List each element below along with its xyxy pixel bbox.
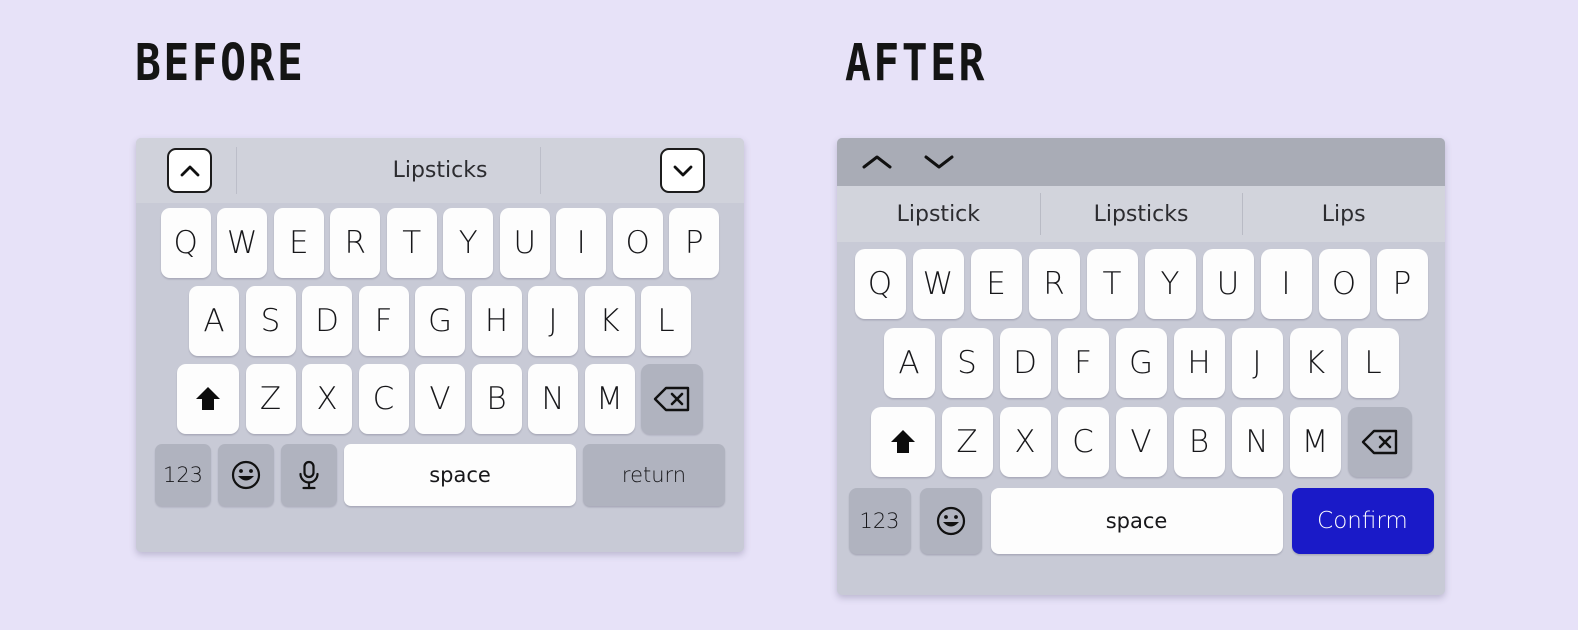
key-b[interactable]: B (471, 364, 522, 434)
after-nav-bar (837, 138, 1445, 186)
key-w[interactable]: W (912, 249, 964, 319)
key-k[interactable]: K (584, 286, 635, 356)
before-key-row-1: QWERTYUIOP (136, 208, 744, 278)
smiley-face-icon (230, 459, 262, 491)
key-q[interactable]: Q (854, 249, 906, 319)
key-r[interactable]: R (1028, 249, 1080, 319)
before-label: BEFORE (135, 34, 306, 93)
shift-key[interactable] (870, 407, 935, 477)
key-g[interactable]: G (1115, 328, 1167, 398)
key-a[interactable]: A (189, 286, 239, 356)
confirm-button[interactable]: Confirm (1291, 488, 1434, 554)
suggestion-word-2[interactable]: Lipsticks (1039, 186, 1243, 242)
before-suggestion-bar: Lipsticks (136, 138, 744, 203)
key-m[interactable]: M (1289, 407, 1341, 477)
before-key-row-4: 123 space return (136, 444, 744, 506)
suggestion-word-3[interactable]: Lips (1242, 186, 1445, 242)
suggestion-word[interactable]: Lipsticks (136, 158, 744, 183)
shift-arrow-up-icon (888, 427, 918, 457)
key-z[interactable]: Z (941, 407, 993, 477)
key-z[interactable]: Z (245, 364, 296, 434)
key-r[interactable]: R (330, 208, 381, 278)
shift-key[interactable] (177, 364, 239, 434)
key-c[interactable]: C (358, 364, 409, 434)
suggestion-next-button[interactable] (919, 145, 959, 179)
backspace-key[interactable] (1347, 407, 1412, 477)
before-row3-letters: ZXCVBNM (245, 364, 635, 434)
key-f[interactable]: F (1057, 328, 1109, 398)
key-n[interactable]: N (528, 364, 578, 434)
after-suggestion-bar: Lipstick Lipsticks Lips (837, 186, 1445, 242)
key-l[interactable]: L (1347, 328, 1399, 398)
key-j[interactable]: J (1231, 328, 1283, 398)
key-i[interactable]: I (1260, 249, 1312, 319)
space-key[interactable]: space (344, 444, 576, 506)
backspace-delete-icon (653, 385, 691, 413)
after-label: AFTER (845, 34, 987, 93)
shift-arrow-up-icon (193, 384, 223, 414)
suggestion-word-1[interactable]: Lipstick (837, 186, 1040, 242)
key-h[interactable]: H (471, 286, 522, 356)
chevron-down-icon (672, 164, 694, 178)
key-s[interactable]: S (245, 286, 296, 356)
key-f[interactable]: F (358, 286, 409, 356)
key-e[interactable]: E (273, 208, 324, 278)
smiley-face-icon (935, 505, 967, 537)
key-j[interactable]: J (528, 286, 578, 356)
key-a[interactable]: A (883, 328, 935, 398)
numeric-key[interactable]: 123 (155, 444, 211, 506)
key-i[interactable]: I (556, 208, 607, 278)
key-o[interactable]: O (1318, 249, 1370, 319)
after-row3-letters: ZXCVBNM (941, 407, 1341, 477)
before-keyboard-panel: Lipsticks QWERTYUIOP ASDFGHJKL ZXCVBNM 1… (136, 138, 744, 552)
key-v[interactable]: V (1115, 407, 1167, 477)
key-s[interactable]: S (941, 328, 993, 398)
key-t[interactable]: T (1086, 249, 1138, 319)
key-m[interactable]: M (584, 364, 635, 434)
before-key-row-2: ASDFGHJKL (136, 286, 744, 356)
key-p[interactable]: P (669, 208, 720, 278)
key-d[interactable]: D (999, 328, 1051, 398)
before-key-row-3: ZXCVBNM (136, 364, 744, 434)
key-w[interactable]: W (217, 208, 268, 278)
backspace-delete-icon (1361, 428, 1399, 456)
key-u[interactable]: U (1202, 249, 1254, 319)
numeric-key[interactable]: 123 (848, 488, 911, 554)
microphone-icon (296, 459, 322, 491)
microphone-key[interactable] (281, 444, 337, 506)
key-l[interactable]: L (641, 286, 691, 356)
suggestion-next-button[interactable] (660, 148, 705, 193)
key-q[interactable]: Q (160, 208, 211, 278)
return-key[interactable]: return (583, 444, 725, 506)
after-key-row-4: 123 space Confirm (837, 488, 1445, 554)
emoji-key[interactable] (919, 488, 982, 554)
key-p[interactable]: P (1376, 249, 1428, 319)
key-t[interactable]: T (386, 208, 437, 278)
key-u[interactable]: U (499, 208, 550, 278)
chevron-up-icon (860, 153, 894, 171)
backspace-key[interactable] (641, 364, 703, 434)
key-e[interactable]: E (970, 249, 1022, 319)
key-v[interactable]: V (415, 364, 465, 434)
key-n[interactable]: N (1231, 407, 1283, 477)
after-keyboard-panel: Lipstick Lipsticks Lips QWERTYUIOP ASDFGHJ… (837, 138, 1445, 595)
after-key-row-2: ASDFGHJKL (837, 328, 1445, 398)
key-b[interactable]: B (1173, 407, 1225, 477)
key-d[interactable]: D (302, 286, 352, 356)
key-c[interactable]: C (1057, 407, 1109, 477)
space-key[interactable]: space (990, 488, 1283, 554)
suggestion-prev-button[interactable] (857, 145, 897, 179)
chevron-down-icon (922, 153, 956, 171)
key-x[interactable]: X (999, 407, 1051, 477)
key-y[interactable]: Y (443, 208, 494, 278)
key-y[interactable]: Y (1144, 249, 1196, 319)
after-key-row-1: QWERTYUIOP (837, 249, 1445, 319)
key-o[interactable]: O (612, 208, 663, 278)
key-k[interactable]: K (1289, 328, 1341, 398)
emoji-key[interactable] (218, 444, 274, 506)
after-key-row-3: ZXCVBNM (837, 407, 1445, 477)
key-x[interactable]: X (302, 364, 352, 434)
key-h[interactable]: H (1173, 328, 1225, 398)
key-g[interactable]: G (415, 286, 465, 356)
